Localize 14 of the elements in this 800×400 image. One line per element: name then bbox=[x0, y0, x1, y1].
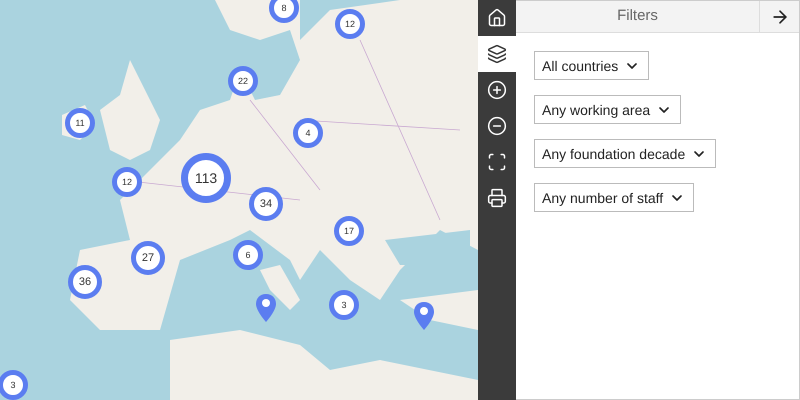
printer-icon bbox=[487, 188, 507, 208]
filter-dropdown[interactable]: All countries bbox=[534, 51, 650, 80]
map-pin-icon[interactable] bbox=[256, 294, 276, 322]
zoom-out-icon bbox=[487, 116, 507, 136]
filter-dropdown[interactable]: Any working area bbox=[534, 95, 682, 124]
panel-title: Filters bbox=[616, 6, 659, 26]
layers-icon bbox=[487, 44, 507, 64]
zoom-in-icon bbox=[487, 80, 507, 100]
map-pin-icon[interactable] bbox=[414, 302, 434, 330]
filter-dropdown[interactable]: Any number of staff bbox=[534, 183, 694, 212]
home-icon bbox=[487, 8, 507, 28]
toolbar-button[interactable] bbox=[478, 36, 516, 72]
filter-dropdown[interactable]: Any foundation decade bbox=[534, 139, 716, 168]
fullscreen-icon bbox=[487, 152, 507, 172]
